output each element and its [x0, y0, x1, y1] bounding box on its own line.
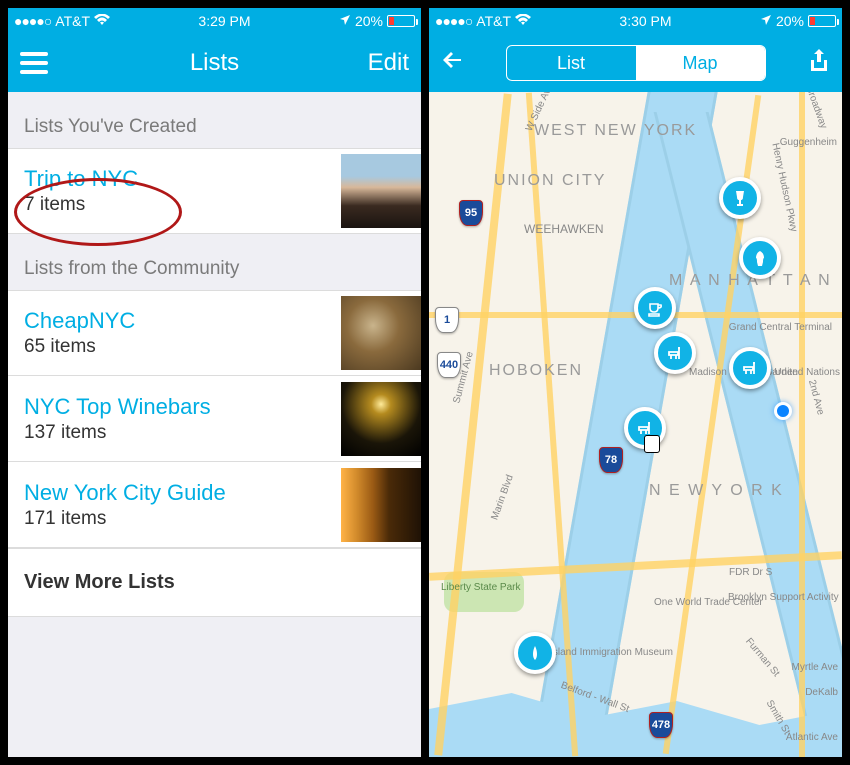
map-marker-small[interactable]: [644, 435, 660, 453]
list-item-title: Trip to NYC: [24, 166, 333, 192]
nav-bar: Lists Edit: [8, 34, 421, 92]
section-header-community: Lists from the Community: [8, 234, 421, 290]
signal-dots: ●●●●○: [14, 13, 51, 29]
list-item-title: NYC Top Winebars: [24, 394, 333, 420]
list-item-cheapnyc[interactable]: CheapNYC 65 items: [8, 290, 421, 376]
battery-icon: [808, 15, 836, 27]
nav-bar: List Map: [429, 34, 842, 92]
menu-icon: [20, 52, 48, 74]
lists-content: Lists You've Created Trip to NYC 7 items…: [8, 92, 421, 757]
right-screenshot: ●●●●○ AT&T 3:30 PM 20% List Map: [429, 8, 842, 757]
wifi-icon: [94, 13, 110, 29]
left-screenshot: ●●●●○ AT&T 3:29 PM 20% Lists Edit: [8, 8, 421, 757]
segment-list[interactable]: List: [507, 46, 636, 80]
segmented-control: List Map: [506, 45, 766, 81]
list-item-city-guide[interactable]: New York City Guide 171 items: [8, 462, 421, 548]
battery-icon: [387, 15, 415, 27]
list-item-subtitle: 7 items: [24, 194, 333, 216]
list-item-title: New York City Guide: [24, 480, 333, 506]
list-item-subtitle: 65 items: [24, 336, 333, 358]
wifi-icon: [515, 13, 531, 29]
route-shield: 478: [649, 712, 673, 738]
list-item-subtitle: 171 items: [24, 508, 333, 530]
carrier-label: AT&T: [55, 13, 90, 29]
map-pin[interactable]: [729, 347, 771, 389]
location-icon: [760, 13, 772, 29]
route-shield: 1: [435, 307, 459, 333]
route-shield: 78: [599, 447, 623, 473]
map-pin[interactable]: [634, 287, 676, 329]
clock: 3:29 PM: [198, 13, 250, 29]
list-item-thumbnail: [341, 382, 421, 456]
map-pin[interactable]: [654, 332, 696, 374]
list-item-thumbnail: [341, 468, 421, 542]
carrier-label: AT&T: [476, 13, 511, 29]
status-bar: ●●●●○ AT&T 3:29 PM 20%: [8, 8, 421, 34]
list-item-winebars[interactable]: NYC Top Winebars 137 items: [8, 376, 421, 462]
list-item-thumbnail: [341, 296, 421, 370]
battery-pct: 20%: [776, 13, 804, 29]
edit-button[interactable]: Edit: [359, 49, 409, 77]
list-item-trip-nyc[interactable]: Trip to NYC 7 items: [8, 148, 421, 234]
share-button[interactable]: [796, 48, 830, 79]
back-button[interactable]: [441, 46, 475, 80]
view-more-button[interactable]: View More Lists: [8, 548, 421, 617]
location-icon: [339, 13, 351, 29]
map-view[interactable]: WEST NEW YORK UNION CITY WEEHAWKEN HOBOK…: [429, 92, 842, 757]
list-item-subtitle: 137 items: [24, 422, 333, 444]
signal-dots: ●●●●○: [435, 13, 472, 29]
battery-pct: 20%: [355, 13, 383, 29]
route-shield: 440: [437, 352, 461, 378]
page-title: Lists: [70, 49, 359, 77]
list-item-title: CheapNYC: [24, 308, 333, 334]
user-location-dot: [774, 402, 792, 420]
route-shield: 95: [459, 200, 483, 226]
map-pin[interactable]: [739, 237, 781, 279]
segment-map[interactable]: Map: [636, 46, 765, 80]
list-item-thumbnail: [341, 154, 421, 228]
clock: 3:30 PM: [619, 13, 671, 29]
map-pin[interactable]: [719, 177, 761, 219]
map-pin[interactable]: [514, 632, 556, 674]
menu-button[interactable]: [20, 52, 70, 74]
section-header-created: Lists You've Created: [8, 92, 421, 148]
status-bar: ●●●●○ AT&T 3:30 PM 20%: [429, 8, 842, 34]
